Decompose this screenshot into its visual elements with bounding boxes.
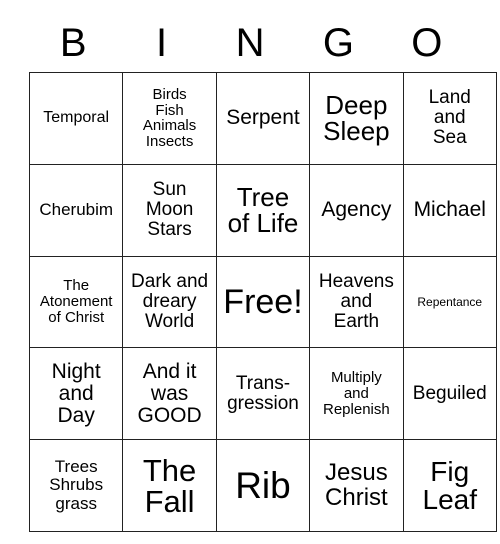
bingo-cell-i3[interactable]: Dark and dreary World (122, 255, 217, 349)
bingo-cell-i5[interactable]: The Fall (122, 439, 217, 532)
bingo-cell-i4[interactable]: And it was GOOD (122, 347, 217, 441)
bingo-cell-i2[interactable]: Sun Moon Stars (122, 163, 217, 257)
bingo-cell-label: Sun Moon Stars (145, 179, 194, 241)
bingo-row: The Atonement of Christ Dark and dreary … (28, 255, 497, 349)
bingo-cell-g1[interactable]: Deep Sleep (309, 72, 404, 165)
bingo-cell-n5[interactable]: Rib (215, 439, 311, 532)
bingo-cell-o5[interactable]: Fig Leaf (402, 439, 497, 532)
bingo-cell-i1[interactable]: Birds Fish Animals Insects (122, 72, 217, 165)
bingo-cell-label: Birds Fish Animals Insects (142, 85, 197, 151)
bingo-row: Night and Day And it was GOOD Trans- gre… (28, 347, 497, 441)
bingo-cell-g2[interactable]: Agency (309, 163, 404, 257)
bingo-header-letter-i: I (156, 20, 168, 65)
bingo-cell-free[interactable]: Free! (215, 255, 311, 349)
bingo-cell-label: Dark and dreary World (131, 270, 209, 333)
bingo-cell-label: Michael (413, 198, 486, 222)
bingo-cell-label: Rib (235, 465, 291, 507)
bingo-cell-label: Beguiled (412, 382, 487, 404)
bingo-header-row: B I N G O (29, 13, 471, 72)
bingo-header-letter-b: B (59, 20, 87, 65)
bingo-cell-label: Fig Leaf (422, 455, 478, 515)
bingo-free-space-label: Free! (223, 282, 303, 321)
bingo-cell-b1[interactable]: Temporal (28, 72, 124, 165)
bingo-cell-label: Land and Sea (428, 87, 471, 149)
bingo-cell-label: Jesus Christ (325, 459, 388, 511)
bingo-cell-g3[interactable]: Heavens and Earth (309, 255, 404, 349)
bingo-cell-o4[interactable]: Beguiled (402, 347, 497, 441)
bingo-cell-n4[interactable]: Trans- gression (215, 347, 311, 441)
bingo-cell-o2[interactable]: Michael (402, 163, 497, 257)
bingo-cell-label: Deep Sleep (323, 89, 390, 147)
bingo-cell-label: And it was GOOD (137, 360, 202, 427)
bingo-card: B I N G O Temporal Birds Fish Animals In… (28, 13, 497, 532)
bingo-grid: Temporal Birds Fish Animals Insects Serp… (28, 72, 497, 532)
bingo-cell-label: Trees Shrubs grass (49, 457, 104, 513)
bingo-header-letter-o: O (411, 20, 443, 65)
bingo-cell-b2[interactable]: Cherubim (28, 163, 124, 257)
bingo-cell-label: Heavens and Earth (318, 270, 394, 333)
bingo-cell-g5[interactable]: Jesus Christ (309, 439, 404, 532)
bingo-cell-g4[interactable]: Multiply and Replenish (309, 347, 404, 441)
bingo-row: Temporal Birds Fish Animals Insects Serp… (28, 72, 497, 165)
bingo-cell-label: Cherubim (39, 200, 114, 220)
bingo-cell-label: Trans- gression (227, 372, 299, 414)
bingo-cell-o3[interactable]: Repentance (402, 255, 497, 349)
bingo-cell-b3[interactable]: The Atonement of Christ (28, 255, 124, 349)
bingo-cell-b5[interactable]: Trees Shrubs grass (28, 439, 124, 532)
bingo-cell-label: The Fall (142, 452, 197, 519)
bingo-header-letter-g: G (322, 20, 354, 65)
bingo-cell-label: Agency (321, 198, 392, 222)
bingo-cell-label: Temporal (43, 108, 110, 126)
bingo-cell-label: Tree of Life (227, 181, 299, 239)
bingo-header-letter-n: N (235, 20, 265, 65)
bingo-cell-label: Repentance (417, 294, 483, 309)
bingo-cell-label: Serpent (226, 106, 300, 130)
bingo-row: Trees Shrubs grass The Fall Rib Jesus Ch… (28, 439, 497, 532)
bingo-row: Cherubim Sun Moon Stars Tree of Life Age… (28, 163, 497, 257)
bingo-cell-b4[interactable]: Night and Day (28, 347, 124, 441)
bingo-cell-label: Multiply and Replenish (323, 368, 390, 418)
bingo-cell-label: Night and Day (51, 360, 101, 427)
bingo-cell-label: The Atonement of Christ (39, 277, 113, 326)
bingo-cell-n2[interactable]: Tree of Life (215, 163, 311, 257)
bingo-cell-o1[interactable]: Land and Sea (402, 72, 497, 165)
bingo-cell-n1[interactable]: Serpent (215, 72, 311, 165)
